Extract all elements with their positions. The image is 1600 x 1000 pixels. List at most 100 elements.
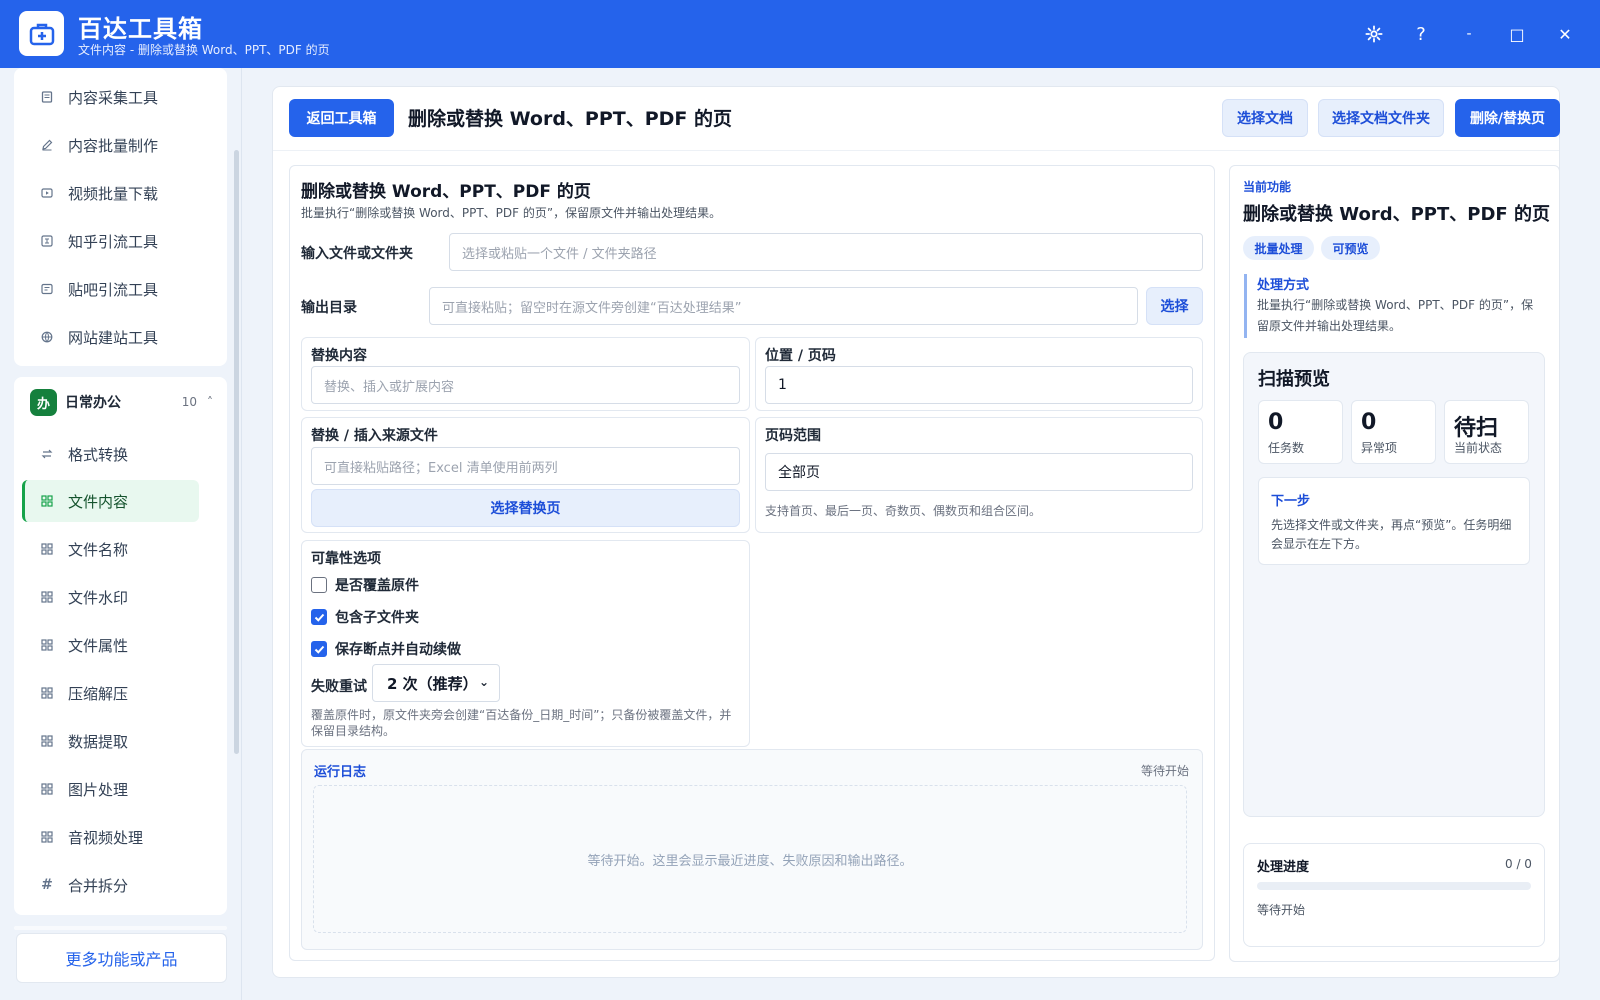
gear-icon bbox=[1365, 25, 1383, 43]
close-button[interactable]: ✕ bbox=[1551, 20, 1579, 48]
choose-folder-button[interactable]: 选择文档文件夹 bbox=[1318, 99, 1444, 137]
reliability-label: 可靠性选项 bbox=[311, 551, 381, 567]
resume-option-label: 保存断点并自动续做 bbox=[335, 642, 461, 658]
log-status: 等待开始 bbox=[1141, 764, 1190, 778]
grid-icon bbox=[40, 782, 54, 796]
form-title: 删除或替换 Word、PPT、PDF 的页 bbox=[301, 182, 591, 202]
sidebar-item-label: 文件属性 bbox=[68, 636, 129, 655]
replace-content-label: 替换内容 bbox=[311, 348, 367, 364]
header-divider bbox=[273, 150, 1559, 151]
sidebar-item-merge-split[interactable]: # 合并拆分 bbox=[22, 864, 199, 906]
choose-document-button[interactable]: 选择文档 bbox=[1222, 99, 1308, 137]
sidebar-item-content-batch[interactable]: 内容批量制作 bbox=[22, 124, 199, 166]
sidebar-item-label: 音视频处理 bbox=[68, 828, 144, 847]
sidebar-item-watermark[interactable]: 文件水印 bbox=[22, 576, 199, 618]
stat-status-value: 待扫 bbox=[1454, 416, 1499, 441]
source-file-field[interactable]: 可直接粘贴路径；Excel 清单使用前两列 bbox=[311, 447, 740, 485]
grid-icon bbox=[40, 494, 54, 508]
help-button[interactable]: ? bbox=[1407, 20, 1435, 48]
sidebar-item-image[interactable]: 图片处理 bbox=[22, 768, 199, 810]
check-icon bbox=[314, 645, 324, 654]
sidebar-item-data-extract[interactable]: 数据提取 bbox=[22, 720, 199, 762]
form-description: 批量执行“删除或替换 Word、PPT、PDF 的页”，保留原文件并输出处理结果… bbox=[301, 206, 722, 220]
sidebar-item-label: 数据提取 bbox=[68, 732, 129, 751]
method-title: 处理方式 bbox=[1257, 278, 1310, 293]
choose-replace-page-button[interactable]: 选择替换页 bbox=[311, 489, 740, 527]
sidebar-item-compress[interactable]: 压缩解压 bbox=[22, 672, 199, 714]
output-choose-button[interactable]: 选择 bbox=[1146, 287, 1203, 325]
maximize-button[interactable]: □ bbox=[1503, 20, 1531, 48]
resume-checkbox[interactable] bbox=[311, 641, 327, 657]
sidebar-scrollbar[interactable] bbox=[234, 150, 239, 754]
sidebar-item-label: 文件名称 bbox=[68, 540, 129, 559]
grid-icon bbox=[40, 638, 54, 652]
sidebar-item-label: 网站建站工具 bbox=[68, 328, 159, 347]
overwrite-option-label: 是否覆盖原件 bbox=[335, 578, 419, 594]
position-field[interactable]: 1 bbox=[765, 366, 1193, 404]
resume-option[interactable]: 保存断点并自动续做 bbox=[311, 639, 461, 659]
more-products-button[interactable]: 更多功能或产品 bbox=[16, 933, 227, 983]
retry-select[interactable]: 2 次（推荐） ⌄ bbox=[372, 664, 500, 702]
stat-tasks-label: 任务数 bbox=[1268, 441, 1305, 455]
sidebar-group-header[interactable]: 办 日常办公 10 ˄ bbox=[16, 380, 225, 424]
page-range-field[interactable]: 全部页 bbox=[765, 453, 1193, 491]
overwrite-checkbox[interactable] bbox=[311, 577, 327, 593]
sidebar-item-file-props[interactable]: 文件属性 bbox=[22, 624, 199, 666]
sidebar-item-file-content[interactable]: 文件内容 bbox=[22, 480, 199, 522]
back-to-toolbox-button[interactable]: 返回工具箱 bbox=[289, 99, 394, 137]
source-file-label: 替换 / 插入来源文件 bbox=[311, 428, 438, 444]
replace-content-field[interactable]: 替换、插入或扩展内容 bbox=[311, 366, 740, 404]
stat-status-label: 当前状态 bbox=[1454, 441, 1503, 455]
sidebar-item-format-convert[interactable]: 格式转换 bbox=[22, 433, 199, 475]
output-dir-field[interactable]: 可直接粘贴；留空时在源文件旁创建“百达处理结果” bbox=[429, 287, 1138, 325]
page-title: 删除或替换 Word、PPT、PDF 的页 bbox=[408, 108, 733, 130]
sidebar-item-label: 格式转换 bbox=[68, 445, 129, 464]
toolbox-icon bbox=[29, 23, 54, 45]
document-icon bbox=[40, 90, 54, 104]
retry-select-value: 2 次（推荐） bbox=[387, 674, 478, 693]
input-path-field[interactable]: 选择或粘贴一个文件 / 文件夹路径 bbox=[449, 233, 1203, 271]
progress-status: 等待开始 bbox=[1257, 903, 1306, 917]
sidebar-item-media[interactable]: 音视频处理 bbox=[22, 816, 199, 858]
settings-button[interactable] bbox=[1360, 20, 1388, 48]
progress-title: 处理进度 bbox=[1257, 860, 1310, 875]
chevron-up-icon: ˄ bbox=[207, 395, 213, 409]
stat-errors: 0 异常项 bbox=[1351, 400, 1436, 464]
delete-replace-page-button[interactable]: 删除/替换页 bbox=[1455, 99, 1560, 137]
tag-batch: 批量处理 bbox=[1243, 236, 1314, 260]
stat-errors-value: 0 bbox=[1361, 410, 1377, 435]
app-title: 百达工具箱 bbox=[78, 15, 203, 43]
sidebar-item-label: 贴吧引流工具 bbox=[68, 280, 159, 299]
grid-icon bbox=[40, 590, 54, 604]
sidebar-item-label: 合并拆分 bbox=[68, 876, 129, 895]
sidebar-item-website[interactable]: 网站建站工具 bbox=[22, 316, 199, 358]
title-bar: 百达工具箱 文件内容 - 删除或替换 Word、PPT、PDF 的页 ? - □… bbox=[0, 0, 1600, 68]
sidebar-item-label: 内容批量制作 bbox=[68, 136, 159, 155]
grid-icon bbox=[40, 734, 54, 748]
sidebar-item-zhihu[interactable]: 知乎引流工具 bbox=[22, 220, 199, 262]
sidebar-item-tieba[interactable]: 贴吧引流工具 bbox=[22, 268, 199, 310]
sidebar-item-label: 视频批量下载 bbox=[68, 184, 159, 203]
check-icon bbox=[314, 613, 324, 622]
minimize-button[interactable]: - bbox=[1455, 20, 1483, 48]
method-desc: 批量执行“删除或替换 Word、PPT、PDF 的页”，保留原文件并输出处理结果… bbox=[1257, 298, 1534, 333]
globe-icon bbox=[40, 330, 54, 344]
include-subfolders-option[interactable]: 包含子文件夹 bbox=[311, 607, 419, 627]
stat-errors-label: 异常项 bbox=[1361, 441, 1398, 455]
next-step-box: 下一步 先选择文件或文件夹，再点“预览”。任务明细会显示在左下方。 bbox=[1258, 477, 1530, 565]
app-logo bbox=[19, 11, 64, 56]
current-function-label: 当前功能 bbox=[1243, 180, 1292, 194]
retry-label: 失败重试 bbox=[311, 679, 367, 695]
sidebar-item-video-download[interactable]: 视频批量下载 bbox=[22, 172, 199, 214]
input-label: 输入文件或文件夹 bbox=[301, 246, 413, 262]
sidebar-item-label: 文件水印 bbox=[68, 588, 129, 607]
sidebar-item-file-name[interactable]: 文件名称 bbox=[22, 528, 199, 570]
log-output: 等待开始。这里会显示最近进度、失败原因和输出路径。 bbox=[313, 785, 1187, 933]
overwrite-option[interactable]: 是否覆盖原件 bbox=[311, 575, 419, 595]
app-subtitle: 文件内容 - 删除或替换 Word、PPT、PDF 的页 bbox=[78, 43, 330, 57]
sidebar-item-content-collect[interactable]: 内容采集工具 bbox=[22, 76, 199, 118]
sidebar-group-next bbox=[14, 926, 227, 930]
sidebar-item-label: 文件内容 bbox=[68, 492, 129, 511]
stat-status: 待扫 当前状态 bbox=[1444, 400, 1529, 464]
include-subfolders-checkbox[interactable] bbox=[311, 609, 327, 625]
